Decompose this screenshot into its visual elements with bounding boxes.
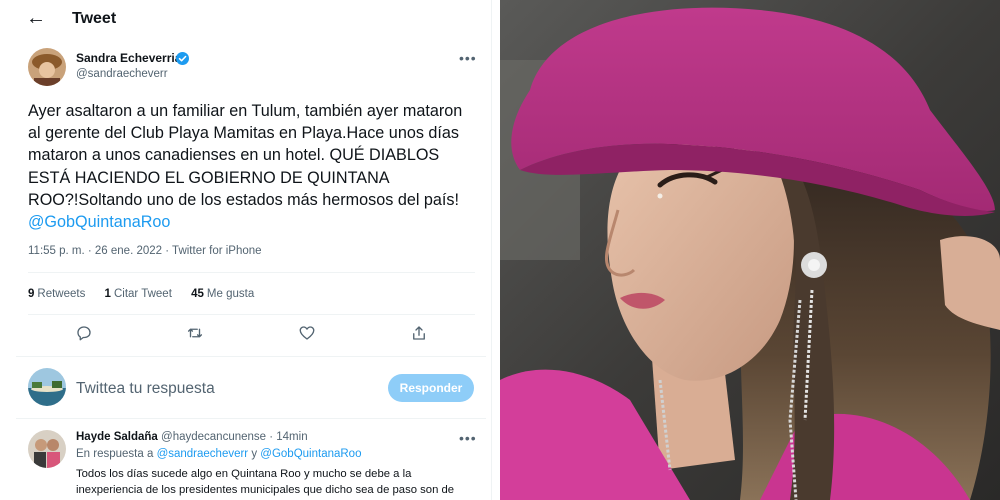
- tweet-timestamp[interactable]: 11:55 p. m. · 26 ene. 2022 · Twitter for…: [28, 245, 262, 257]
- tweet-text-content: Ayer asaltaron a un familiar en Tulum, t…: [28, 102, 463, 209]
- more-options-icon[interactable]: •••: [459, 50, 477, 66]
- retweets-stat[interactable]: 9 Retweets: [28, 288, 85, 300]
- retweets-count: 9: [28, 288, 35, 300]
- retweets-label: Retweets: [37, 288, 86, 300]
- reply-icon[interactable]: [75, 324, 95, 344]
- divider: [28, 272, 475, 273]
- quotes-stat[interactable]: 1 Citar Tweet: [105, 288, 172, 300]
- reply-author-handle[interactable]: @haydecancunense · 14min: [158, 431, 308, 443]
- reply-author-name[interactable]: Hayde Saldaña: [76, 431, 158, 443]
- reply-input[interactable]: [76, 378, 366, 400]
- tweet-mention-link[interactable]: @GobQuintanaRoo: [28, 213, 170, 231]
- tweet-text: Ayer asaltaron a un familiar en Tulum, t…: [28, 100, 478, 233]
- reply-author-avatar[interactable]: [28, 430, 66, 468]
- reply-button[interactable]: Responder: [388, 374, 474, 402]
- reply-context: En respuesta a @sandraecheverr y @GobQui…: [76, 448, 361, 460]
- tweet-stats: 9 Retweets 1 Citar Tweet 45 Me gusta: [28, 288, 270, 300]
- author-handle[interactable]: @sandraecheverr: [76, 68, 168, 80]
- reply-context-user1[interactable]: @sandraecheverr: [157, 448, 249, 460]
- divider: [28, 314, 475, 315]
- own-avatar[interactable]: [28, 368, 66, 406]
- page-title: Tweet: [72, 10, 117, 27]
- like-icon[interactable]: [298, 324, 318, 344]
- reply-text: Todos los días sucede algo en Quintana R…: [76, 468, 455, 496]
- author-avatar[interactable]: [28, 48, 66, 86]
- quotes-count: 1: [104, 288, 111, 300]
- reply-more-options-icon[interactable]: •••: [459, 430, 477, 446]
- divider: [16, 356, 486, 357]
- reply-context-prefix: En respuesta a: [76, 448, 157, 460]
- reply-context-and: y: [248, 448, 261, 460]
- photo-woman-pink-hat: [500, 0, 1000, 500]
- likes-stat[interactable]: 45 Me gusta: [191, 288, 254, 300]
- author-name[interactable]: Sandra Echeverria: [76, 51, 181, 65]
- reply-context-user2[interactable]: @GobQuintanaRoo: [260, 448, 361, 460]
- tweet-panel: ← Tweet Sandra Echeverria @sandraechever…: [0, 0, 492, 500]
- likes-label: Me gusta: [206, 288, 255, 300]
- tweet-header: ← Tweet: [0, 0, 491, 40]
- verified-badge-icon: [176, 52, 189, 65]
- retweet-icon[interactable]: [186, 324, 206, 344]
- likes-count: 45: [191, 288, 204, 300]
- share-icon[interactable]: [410, 324, 430, 344]
- back-arrow-icon[interactable]: ←: [26, 6, 46, 30]
- quotes-label: Citar Tweet: [113, 288, 172, 300]
- divider: [16, 418, 486, 419]
- reply-header: Hayde Saldaña @haydecancunense · 14min: [76, 431, 308, 443]
